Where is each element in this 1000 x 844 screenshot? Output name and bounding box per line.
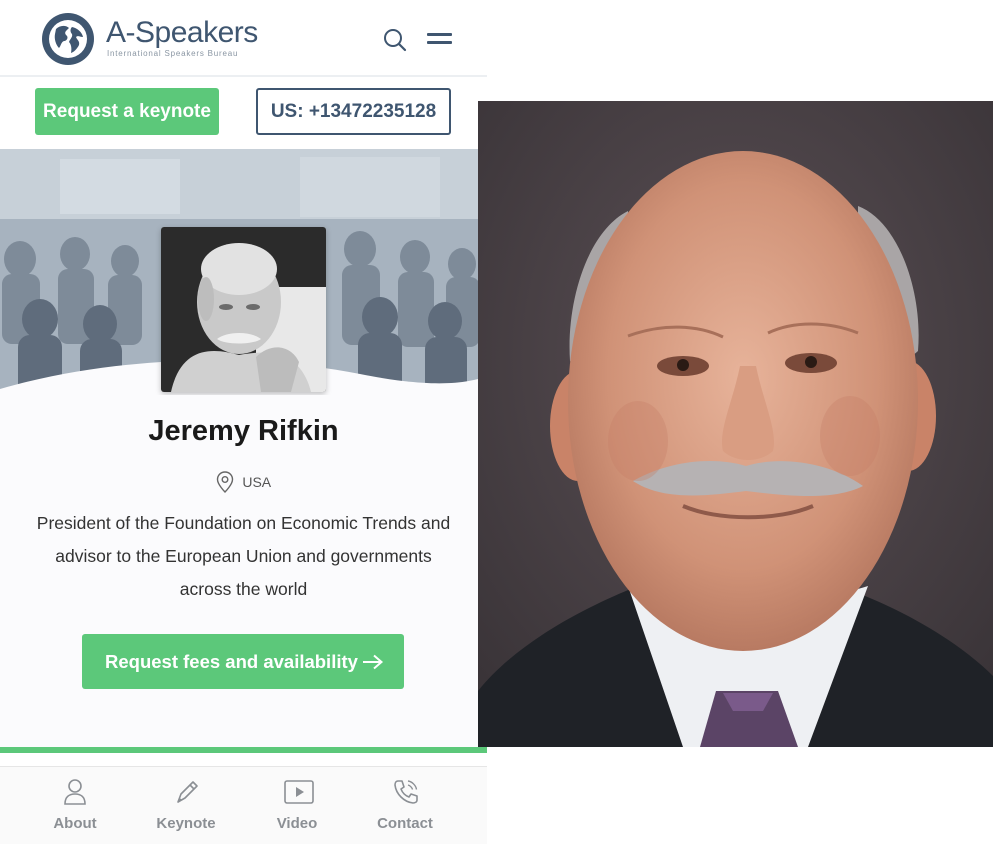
arrow-right-icon — [363, 654, 384, 670]
request-keynote-button[interactable]: Request a keynote — [35, 88, 219, 135]
speaker-portrait-thumbnail[interactable] — [161, 227, 326, 392]
brand-name: A-Speakers — [106, 16, 258, 49]
play-icon — [284, 780, 314, 804]
person-icon — [64, 779, 86, 805]
tab-about-label: About — [53, 815, 97, 832]
tab-video-label: Video — [276, 815, 318, 832]
search-icon[interactable] — [382, 27, 408, 53]
speaker-bio: President of the Foundation on Economic … — [36, 513, 451, 599]
speaker-large-photo — [478, 101, 993, 747]
tab-contact[interactable]: Contact — [350, 767, 460, 844]
mobile-speaker-page: A-Speakers International Speakers Bureau… — [0, 0, 487, 844]
request-fees-button[interactable]: Request fees and availability — [82, 634, 404, 689]
speaker-location: USA — [0, 471, 487, 493]
phone-number-button[interactable]: US: +13472235128 — [256, 88, 451, 135]
scroll-progress-bar — [0, 747, 487, 753]
tab-contact-label: Contact — [377, 815, 433, 832]
hamburger-menu-icon[interactable] — [427, 31, 453, 47]
location-label: USA — [242, 474, 272, 490]
brand-logo[interactable]: A-Speakers International Speakers Bureau — [42, 12, 262, 66]
brand-tagline: International Speakers Bureau — [107, 49, 239, 58]
top-navigation-bar: A-Speakers International Speakers Bureau — [0, 0, 487, 77]
header-actions: Request a keynote US: +13472235128 — [0, 77, 487, 149]
speaker-name: Jeremy Rifkin — [148, 415, 339, 447]
bottom-tab-bar: About Keynote Video Contact — [0, 766, 487, 844]
location-pin-icon — [216, 471, 234, 493]
pen-icon — [177, 781, 198, 803]
tab-keynote-label: Keynote — [156, 815, 216, 832]
globe-logo-icon — [42, 13, 94, 65]
phone-icon — [394, 780, 418, 804]
scroll-progress-fill — [0, 747, 487, 753]
tab-video[interactable]: Video — [242, 767, 352, 844]
tab-about[interactable]: About — [20, 767, 130, 844]
request-fees-label: Request fees and availability — [105, 651, 358, 672]
tab-keynote[interactable]: Keynote — [131, 767, 241, 844]
speaker-info: Jeremy Rifkin USA President of the Found… — [0, 395, 487, 750]
